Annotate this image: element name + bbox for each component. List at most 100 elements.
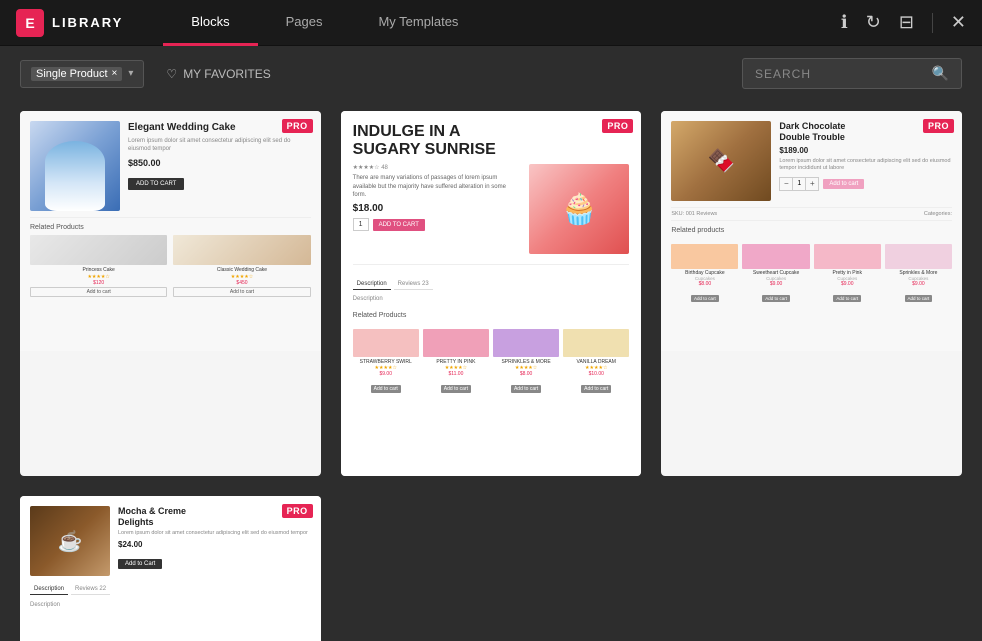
card2-tabs: Description Reviews 23 — [353, 279, 630, 290]
card3-rel-2: Sweetheart Cupcake Cupcakes $9.00 Add to… — [742, 244, 809, 305]
refresh-icon[interactable]: ↻ — [866, 12, 881, 33]
card4-tab-desc[interactable]: Description — [30, 584, 68, 595]
chevron-down-icon: ▾ — [128, 68, 133, 79]
pro-badge-4: PRO — [282, 504, 313, 518]
info-icon[interactable]: ℹ — [841, 12, 848, 33]
card4-tabs: Description Reviews 22 — [30, 584, 311, 595]
card4-cart-btn[interactable]: Add to Cart — [118, 559, 162, 569]
card3-cart-btn[interactable]: Add to cart — [823, 179, 864, 189]
card4-tab-reviews[interactable]: Reviews 22 — [71, 584, 110, 595]
card3-info: Dark ChocolateDouble Trouble $189.00 Lor… — [779, 121, 952, 201]
card2-main-content: ★★★★☆ 48 There are many variations of pa… — [353, 164, 630, 254]
card3-desc: Lorem ipsum dolor sit amet consectetur a… — [779, 158, 952, 173]
card4-desc: Lorem ipsum dolor sit amet consectetur a… — [118, 530, 311, 538]
template-card-3[interactable]: PRO 🍫 Dark ChocolateDouble Trouble $189.… — [661, 111, 962, 476]
favorites-button[interactable]: ♡ MY FAVORITES — [156, 61, 280, 87]
related-item-1: Princess Cake ★★★★☆ $120 Add to cart — [30, 235, 167, 297]
qty-minus-icon[interactable]: − — [780, 178, 792, 190]
card3-related-title: Related products — [671, 227, 952, 234]
header-tabs: Blocks Pages My Templates — [163, 0, 841, 46]
search-icon[interactable]: 🔍 — [932, 65, 949, 82]
pro-badge-3: PRO — [923, 119, 954, 133]
card2-desc-section: Description — [353, 296, 630, 302]
pro-badge-2: PRO — [602, 119, 633, 133]
related-img-1 — [30, 235, 167, 265]
card2-rel-btn-3[interactable]: Add to cart — [511, 385, 541, 393]
card3-qty-val: 1 — [792, 178, 806, 190]
choc-image: 🍫 — [671, 121, 771, 201]
card3-rel-img-1 — [671, 244, 738, 269]
card3-rel-img-2 — [742, 244, 809, 269]
card3-rel-price-1: $8.00 — [671, 281, 738, 287]
card3-rel-img-4 — [885, 244, 952, 269]
related-title-1: Related Products — [30, 224, 311, 231]
card3-qty-stepper[interactable]: − 1 + — [779, 177, 819, 191]
card2-rel-btn-1[interactable]: Add to cart — [371, 385, 401, 393]
filter-dropdown[interactable]: Single Product × ▾ — [20, 60, 144, 88]
card2-rel-3: SPRINKLES & MORE ★★★★☆ $8.00 Add to cart — [493, 329, 559, 395]
card3-price: $189.00 — [779, 146, 952, 155]
card2-related-grid: STRAWBERRY SWIRL ★★★★☆ $9.00 Add to cart… — [353, 329, 630, 395]
card2-tab-desc[interactable]: Description — [353, 279, 391, 290]
card1-text: Elegant Wedding Cake Lorem ipsum dolor s… — [128, 121, 311, 211]
related-add-2[interactable]: Add to cart — [173, 287, 310, 297]
card3-sku: SKU: 001 Reviews — [671, 211, 717, 217]
card4-preview: ☕ Mocha & CremeDelights Lorem ipsum dolo… — [20, 496, 321, 641]
card1-price: $850.00 — [128, 158, 311, 168]
related-name-2: Classic Wedding Cake — [173, 267, 310, 273]
card3-rel-price-3: $9.00 — [814, 281, 881, 287]
card2-cart-btn[interactable]: ADD TO CART — [373, 219, 425, 231]
templates-grid: PRO Elegant Wedding Cake Lorem ipsum dol… — [20, 111, 962, 641]
card4-price: $24.00 — [118, 540, 311, 549]
tab-my-templates[interactable]: My Templates — [350, 0, 486, 46]
card2-left: ★★★★☆ 48 There are many variations of pa… — [353, 164, 520, 254]
card1-desc: Lorem ipsum dolor sit amet consectetur a… — [128, 137, 311, 154]
card2-qty-cart: 1 ADD TO CART — [353, 218, 520, 231]
tab-pages[interactable]: Pages — [258, 0, 351, 46]
template-card-4[interactable]: PRO ☕ Mocha & CremeDelights Lorem ipsum … — [20, 496, 321, 641]
add-to-cart-btn-1[interactable]: ADD TO CART — [128, 178, 184, 190]
related-add-1[interactable]: Add to cart — [30, 287, 167, 297]
card3-meta-bar: SKU: 001 Reviews Categories: — [671, 207, 952, 221]
content-area: PRO Elegant Wedding Cake Lorem ipsum dol… — [0, 101, 982, 641]
tab-blocks[interactable]: Blocks — [163, 0, 257, 46]
card3-rel-btn-3[interactable]: Add to cart — [833, 295, 861, 302]
card2-right: 🧁 — [529, 164, 629, 254]
toolbar: Single Product × ▾ ♡ MY FAVORITES 🔍 — [0, 46, 982, 101]
related-price-2: $450 — [173, 280, 310, 286]
card1-preview: Elegant Wedding Cake Lorem ipsum dolor s… — [20, 111, 321, 351]
qty-plus-icon[interactable]: + — [806, 178, 818, 190]
card3-categories: Categories: — [924, 211, 952, 217]
close-icon[interactable]: ✕ — [951, 12, 966, 33]
card3-rel-btn-4[interactable]: Add to cart — [905, 295, 933, 302]
cupcake-image: 🧁 — [529, 164, 629, 254]
save-icon[interactable]: ⊟ — [899, 12, 914, 33]
template-card-1[interactable]: PRO Elegant Wedding Cake Lorem ipsum dol… — [20, 111, 321, 476]
tag-close-icon[interactable]: × — [112, 68, 118, 79]
logo-text: LIBRARY — [52, 15, 123, 30]
cake-image — [30, 121, 120, 211]
card2-rel-price-1: $9.00 — [353, 371, 419, 377]
card2-rel-btn-4[interactable]: Add to cart — [581, 385, 611, 393]
template-card-2[interactable]: PRO INDULGE IN ASUGARY SUNRISE ★★★★☆ 48 … — [341, 111, 642, 476]
related-price-1: $120 — [30, 280, 167, 286]
logo: E LIBRARY — [16, 9, 123, 37]
filter-tag: Single Product × — [31, 67, 122, 81]
card3-rel-4: Sprinkles & More Cupcakes $9.00 Add to c… — [885, 244, 952, 305]
card3-rel-price-2: $9.00 — [742, 281, 809, 287]
card2-rel-img-4 — [563, 329, 629, 357]
card2-divider — [353, 264, 630, 265]
card3-rel-btn-1[interactable]: Add to cart — [691, 295, 719, 302]
card2-rel-price-2: $11.00 — [423, 371, 489, 377]
card2-qty[interactable]: 1 — [353, 218, 369, 231]
card3-hero: 🍫 Dark ChocolateDouble Trouble $189.00 L… — [671, 121, 952, 201]
card2-rel-btn-2[interactable]: Add to cart — [441, 385, 471, 393]
card2-rating: ★★★★☆ 48 — [353, 164, 520, 171]
card3-rel-1: Birthday Cupcake Cupcakes $8.00 Add to c… — [671, 244, 738, 305]
card3-preview: 🍫 Dark ChocolateDouble Trouble $189.00 L… — [661, 111, 962, 351]
card3-rel-btn-2[interactable]: Add to cart — [762, 295, 790, 302]
card2-title: INDULGE IN ASUGARY SUNRISE — [353, 123, 630, 158]
search-input[interactable] — [755, 67, 924, 81]
card2-tab-reviews[interactable]: Reviews 23 — [394, 279, 433, 290]
card2-price: $18.00 — [353, 203, 520, 214]
